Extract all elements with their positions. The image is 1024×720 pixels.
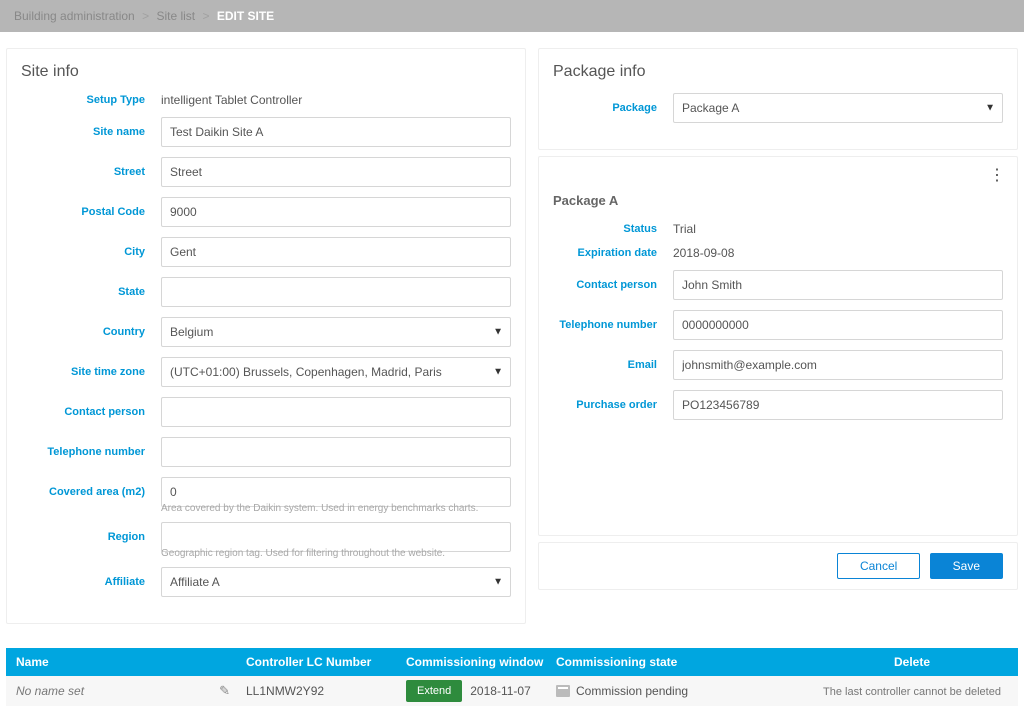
- help-covered-area: Area covered by the Daikin system. Used …: [161, 503, 511, 514]
- breadcrumb-item-site-list[interactable]: Site list: [156, 9, 195, 23]
- label-site-name: Site name: [21, 126, 161, 138]
- input-city[interactable]: [161, 237, 511, 267]
- breadcrumb-sep: >: [202, 9, 209, 23]
- input-pkg-contact[interactable]: [673, 270, 1003, 300]
- label-pkg-email: Email: [553, 359, 673, 371]
- input-telephone[interactable]: [161, 437, 511, 467]
- breadcrumb-item-building-admin[interactable]: Building administration: [14, 9, 135, 23]
- delete-disabled-note: The last controller cannot be deleted: [823, 686, 1001, 698]
- select-affiliate[interactable]: Affiliate A: [161, 567, 511, 597]
- label-telephone: Telephone number: [21, 446, 161, 458]
- label-contact-person: Contact person: [21, 406, 161, 418]
- label-timezone: Site time zone: [21, 366, 161, 378]
- site-info-title: Site info: [21, 63, 511, 81]
- col-header-name: Name: [6, 655, 246, 669]
- col-header-window: Commissioning window: [406, 655, 556, 669]
- label-pkg-contact: Contact person: [553, 279, 673, 291]
- label-pkg-tel: Telephone number: [553, 319, 673, 331]
- input-pkg-tel[interactable]: [673, 310, 1003, 340]
- cell-state: Commission pending: [576, 684, 688, 698]
- label-package: Package: [553, 102, 673, 114]
- input-state[interactable]: [161, 277, 511, 307]
- input-purchase-order[interactable]: [673, 390, 1003, 420]
- controllers-table: Name Controller LC Number Commissioning …: [6, 648, 1018, 706]
- input-contact-person[interactable]: [161, 397, 511, 427]
- table-header: Name Controller LC Number Commissioning …: [6, 648, 1018, 676]
- input-pkg-email[interactable]: [673, 350, 1003, 380]
- label-region: Region: [21, 531, 161, 543]
- breadcrumb-sep: >: [142, 9, 149, 23]
- col-header-delete: Delete: [806, 655, 1018, 669]
- label-postal: Postal Code: [21, 206, 161, 218]
- select-timezone[interactable]: (UTC+01:00) Brussels, Copenhagen, Madrid…: [161, 357, 511, 387]
- package-detail-name: Package A: [553, 193, 1003, 208]
- breadcrumb: Building administration > Site list > ED…: [0, 0, 1024, 32]
- label-purchase-order: Purchase order: [553, 399, 673, 411]
- select-package[interactable]: Package A: [673, 93, 1003, 123]
- actions-card: Cancel Save: [538, 542, 1018, 590]
- cell-lc-number: LL1NMW2Y92: [246, 684, 406, 698]
- save-button[interactable]: Save: [930, 553, 1003, 579]
- value-status: Trial: [673, 222, 696, 236]
- breadcrumb-current: EDIT SITE: [217, 9, 274, 23]
- label-affiliate: Affiliate: [21, 576, 161, 588]
- extend-button[interactable]: Extend: [406, 680, 462, 702]
- label-status: Status: [553, 223, 673, 235]
- cancel-button[interactable]: Cancel: [837, 553, 920, 579]
- kebab-menu-icon[interactable]: ⋮: [989, 165, 1005, 185]
- edit-icon[interactable]: ✎: [219, 683, 230, 699]
- cell-name: No name set: [16, 684, 84, 698]
- col-header-state: Commissioning state: [556, 655, 806, 669]
- col-header-lc: Controller LC Number: [246, 655, 406, 669]
- label-country: Country: [21, 326, 161, 338]
- package-info-title: Package info: [553, 63, 1003, 81]
- label-setup-type: Setup Type: [21, 94, 161, 106]
- value-expiration: 2018-09-08: [673, 246, 734, 260]
- input-street[interactable]: [161, 157, 511, 187]
- label-street: Street: [21, 166, 161, 178]
- label-city: City: [21, 246, 161, 258]
- value-setup-type: intelligent Tablet Controller: [161, 93, 302, 107]
- package-select-card: Package info Package Package A ▼: [538, 48, 1018, 150]
- table-row: No name set ✎ LL1NMW2Y92 Extend 2018-11-…: [6, 676, 1018, 706]
- label-expiration: Expiration date: [553, 247, 673, 259]
- input-site-name[interactable]: [161, 117, 511, 147]
- package-detail-card: ⋮ Package A Status Trial Expiration date…: [538, 156, 1018, 536]
- label-state: State: [21, 286, 161, 298]
- calendar-icon: [556, 685, 570, 697]
- site-info-card: Site info Setup Type intelligent Tablet …: [6, 48, 526, 624]
- cell-window-date: 2018-11-07: [470, 684, 531, 698]
- select-country[interactable]: Belgium: [161, 317, 511, 347]
- input-postal[interactable]: [161, 197, 511, 227]
- label-covered-area: Covered area (m2): [21, 486, 161, 498]
